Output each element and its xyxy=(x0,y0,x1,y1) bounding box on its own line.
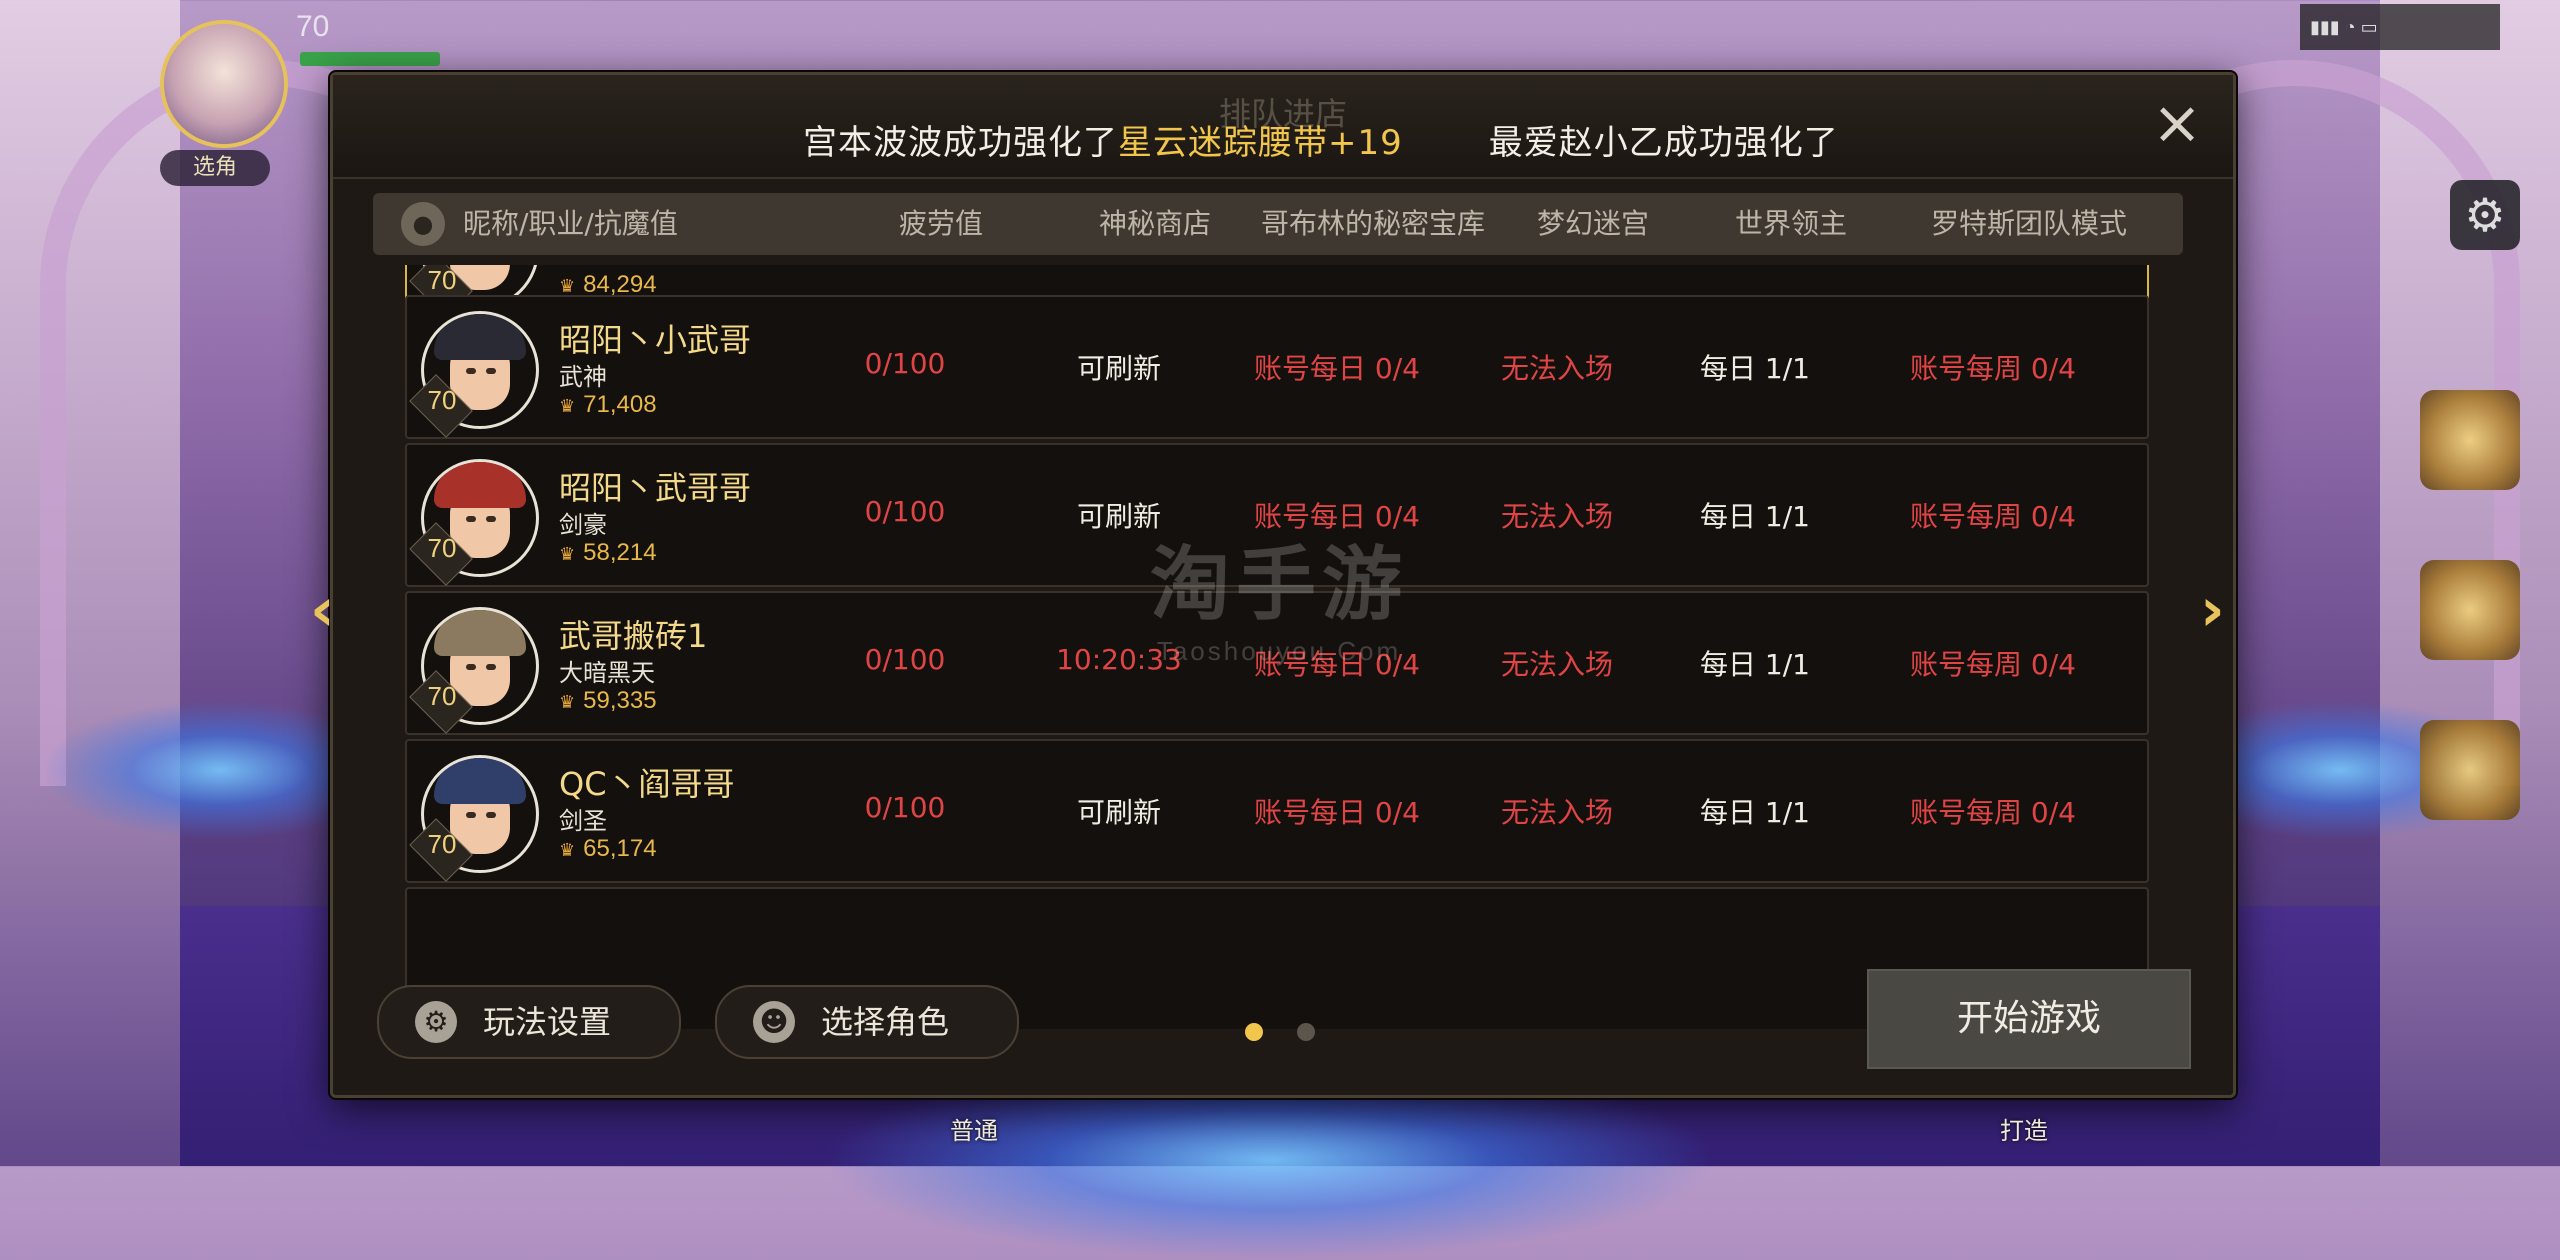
character-power: ♛ 65,174 xyxy=(559,835,657,863)
gameplay-settings-label: 玩法设置 xyxy=(483,1003,612,1041)
side-menu-button-1[interactable] xyxy=(2420,390,2520,490)
character-level: 70 xyxy=(427,829,457,859)
character-job: 剑豪 xyxy=(559,511,607,539)
crown-icon: ♛ xyxy=(559,544,576,564)
select-role-hud-button[interactable]: 选角 xyxy=(160,150,270,186)
system-status-bar: ▮▮▮ ◔ ▭ xyxy=(2300,4,2500,50)
marquee-msg1-prefix: 宫本波波成功强化了 xyxy=(803,123,1118,163)
fatigue-cell: 0/100 xyxy=(864,495,946,528)
character-name: QC丶阎哥哥 xyxy=(559,765,735,803)
select-character-button[interactable]: ☻ 选择角色 xyxy=(715,985,1019,1059)
maze-cell: 无法入场 xyxy=(1501,265,1613,267)
dialog-footer: ⚙ 玩法设置 ☻ 选择角色 开始游戏 xyxy=(333,965,2233,1095)
character-power: ♛ 71,408 xyxy=(559,391,657,419)
lotus-cell: 账号每周 0/4 xyxy=(1910,352,2076,385)
col-mystery-shop: 神秘商店 xyxy=(1098,207,1212,240)
maze-cell: 无法入场 xyxy=(1500,352,1614,385)
player-stat-bar xyxy=(300,52,440,66)
bottom-nav-label[interactable]: 打造 xyxy=(2000,1111,2048,1146)
shop-cell: 可刷新 xyxy=(1076,796,1162,829)
dialog-header: 排队进店 宫本波波成功强化了星云迷踪腰带+19 最爱赵小乙成功强化了 × xyxy=(333,75,2233,179)
marquee-msg1-item: 星云迷踪腰带+19 xyxy=(1118,123,1403,163)
power-value: 71,408 xyxy=(583,391,657,418)
page-dot-2[interactable] xyxy=(1297,1023,1315,1041)
goblin-vault-cell: 账号每日 0/4 xyxy=(1254,796,1420,829)
lotus-cell: 账号每周 0/4 xyxy=(1910,500,2076,533)
character-row[interactable]: 70 QC丶阎哥哥剑圣 ♛ 65,174 0/100 可刷新 账号每日 0/4 无法入场 每日 … xyxy=(405,739,2149,883)
character-job: 剑圣 xyxy=(559,807,607,835)
column-header: ● 昵称/职业/抗魔值 疲劳值 神秘商店 哥布林的秘密宝库 梦幻迷宫 世界领主 … xyxy=(373,193,2183,255)
character-power: ♛ 59,335 xyxy=(559,687,657,715)
power-value: 65,174 xyxy=(583,835,657,862)
maze-cell: 无法入场 xyxy=(1500,796,1614,829)
side-menu-button-3[interactable] xyxy=(2420,720,2520,820)
world-boss-cell: 每日 1/1 xyxy=(1700,648,1810,681)
col-goblin-vault: 哥布林的秘密宝库 xyxy=(1260,207,1486,240)
goblin-vault-cell: 账号每日 0/4 xyxy=(1254,352,1420,385)
lotus-cell: 账号每周 0/4 xyxy=(1910,648,2076,681)
marquee-msg2: 最爱赵小乙成功强化了 xyxy=(1488,123,1839,163)
crown-icon: ♛ xyxy=(559,396,576,416)
character-icon: ☻ xyxy=(753,1001,795,1043)
next-page-arrow-icon[interactable]: › xyxy=(2200,575,2225,645)
lotus-cell: 账号每周 0/4 xyxy=(1910,265,2076,267)
shop-cell: 可刷新 xyxy=(1077,265,1161,267)
character-job: 大暗黑天 xyxy=(559,659,655,687)
character-name: 昭阳丶武哥哥 xyxy=(559,469,752,507)
col-dream-maze: 梦幻迷宫 xyxy=(1536,207,1650,240)
watermark-logo: 淘手游 xyxy=(1150,538,1408,631)
lotus-cell: 账号每周 0/4 xyxy=(1910,796,2076,829)
watermark-url: Taoshouyou.Com xyxy=(1156,636,1402,666)
power-value: 59,335 xyxy=(583,687,657,714)
character-name: 昭阳丶小武哥 xyxy=(559,321,752,359)
goblin-vault-cell: 账号每日 0/4 xyxy=(1254,265,1420,267)
side-menu-button-2[interactable] xyxy=(2420,560,2520,660)
gear-icon: ⚙ xyxy=(415,1001,457,1043)
player-level: 70 xyxy=(296,10,330,43)
watermark: 淘手游 Taoshouyou.Com xyxy=(1150,520,1408,667)
world-boss-cell: 每日 1/1 xyxy=(1700,352,1810,385)
prev-page-arrow-icon[interactable]: ‹ xyxy=(310,575,335,645)
character-level: 70 xyxy=(427,681,457,711)
close-icon[interactable]: × xyxy=(2149,93,2205,153)
character-header-icon: ● xyxy=(401,202,445,246)
character-row[interactable]: 70 昭阳丶小武哥武神 ♛ 71,408 0/100 可刷新 账号每日 0/4 无法入场 每日 … xyxy=(405,295,2149,439)
shop-cell: 可刷新 xyxy=(1076,352,1162,385)
gear-icon[interactable]: ⚙ xyxy=(2450,180,2520,250)
character-level: 70 xyxy=(427,385,457,415)
character-level: 70 xyxy=(427,533,457,563)
crown-icon: ♛ xyxy=(559,840,576,860)
col-lotus-raid: 罗特斯团队模式 xyxy=(1930,207,2128,240)
character-name: 武哥搬砖1 xyxy=(559,617,708,655)
world-boss-cell: 每日 1/1 xyxy=(1700,796,1810,829)
crown-icon: ♛ xyxy=(559,692,576,712)
col-fatigue: 疲劳值 xyxy=(898,207,984,240)
gameplay-settings-button[interactable]: ⚙ 玩法设置 xyxy=(377,985,681,1059)
world-boss-cell: 每日 1/1 xyxy=(1700,265,1810,267)
character-level: 70 xyxy=(427,265,457,295)
start-game-button[interactable]: 开始游戏 xyxy=(1867,969,2191,1069)
power-value: 84,294 xyxy=(583,271,657,298)
page-dot-1[interactable] xyxy=(1245,1023,1263,1041)
crown-icon: ♛ xyxy=(559,276,576,296)
maze-cell: 无法入场 xyxy=(1500,648,1614,681)
col-world-boss: 世界领主 xyxy=(1734,207,1848,240)
shop-cell: 可刷新 xyxy=(1076,500,1162,533)
maze-cell: 无法入场 xyxy=(1500,500,1614,533)
character-power: ♛ 58,214 xyxy=(559,539,657,567)
col-nickname: 昵称/职业/抗魔值 xyxy=(463,207,678,240)
fatigue-cell: 0/100 xyxy=(864,643,946,676)
announcement-marquee: 宫本波波成功强化了星云迷踪腰带+19 最爱赵小乙成功强化了 xyxy=(803,115,1839,164)
fatigue-cell: 0/100 xyxy=(864,347,946,380)
power-value: 58,214 xyxy=(583,539,657,566)
player-avatar[interactable] xyxy=(160,20,288,148)
fatigue-cell: 0/100 xyxy=(864,791,946,824)
select-character-label: 选择角色 xyxy=(821,1003,950,1041)
character-job: 武神 xyxy=(559,363,607,391)
bottom-nav-label[interactable]: 普通 xyxy=(950,1111,998,1146)
world-boss-cell: 每日 1/1 xyxy=(1700,500,1810,533)
